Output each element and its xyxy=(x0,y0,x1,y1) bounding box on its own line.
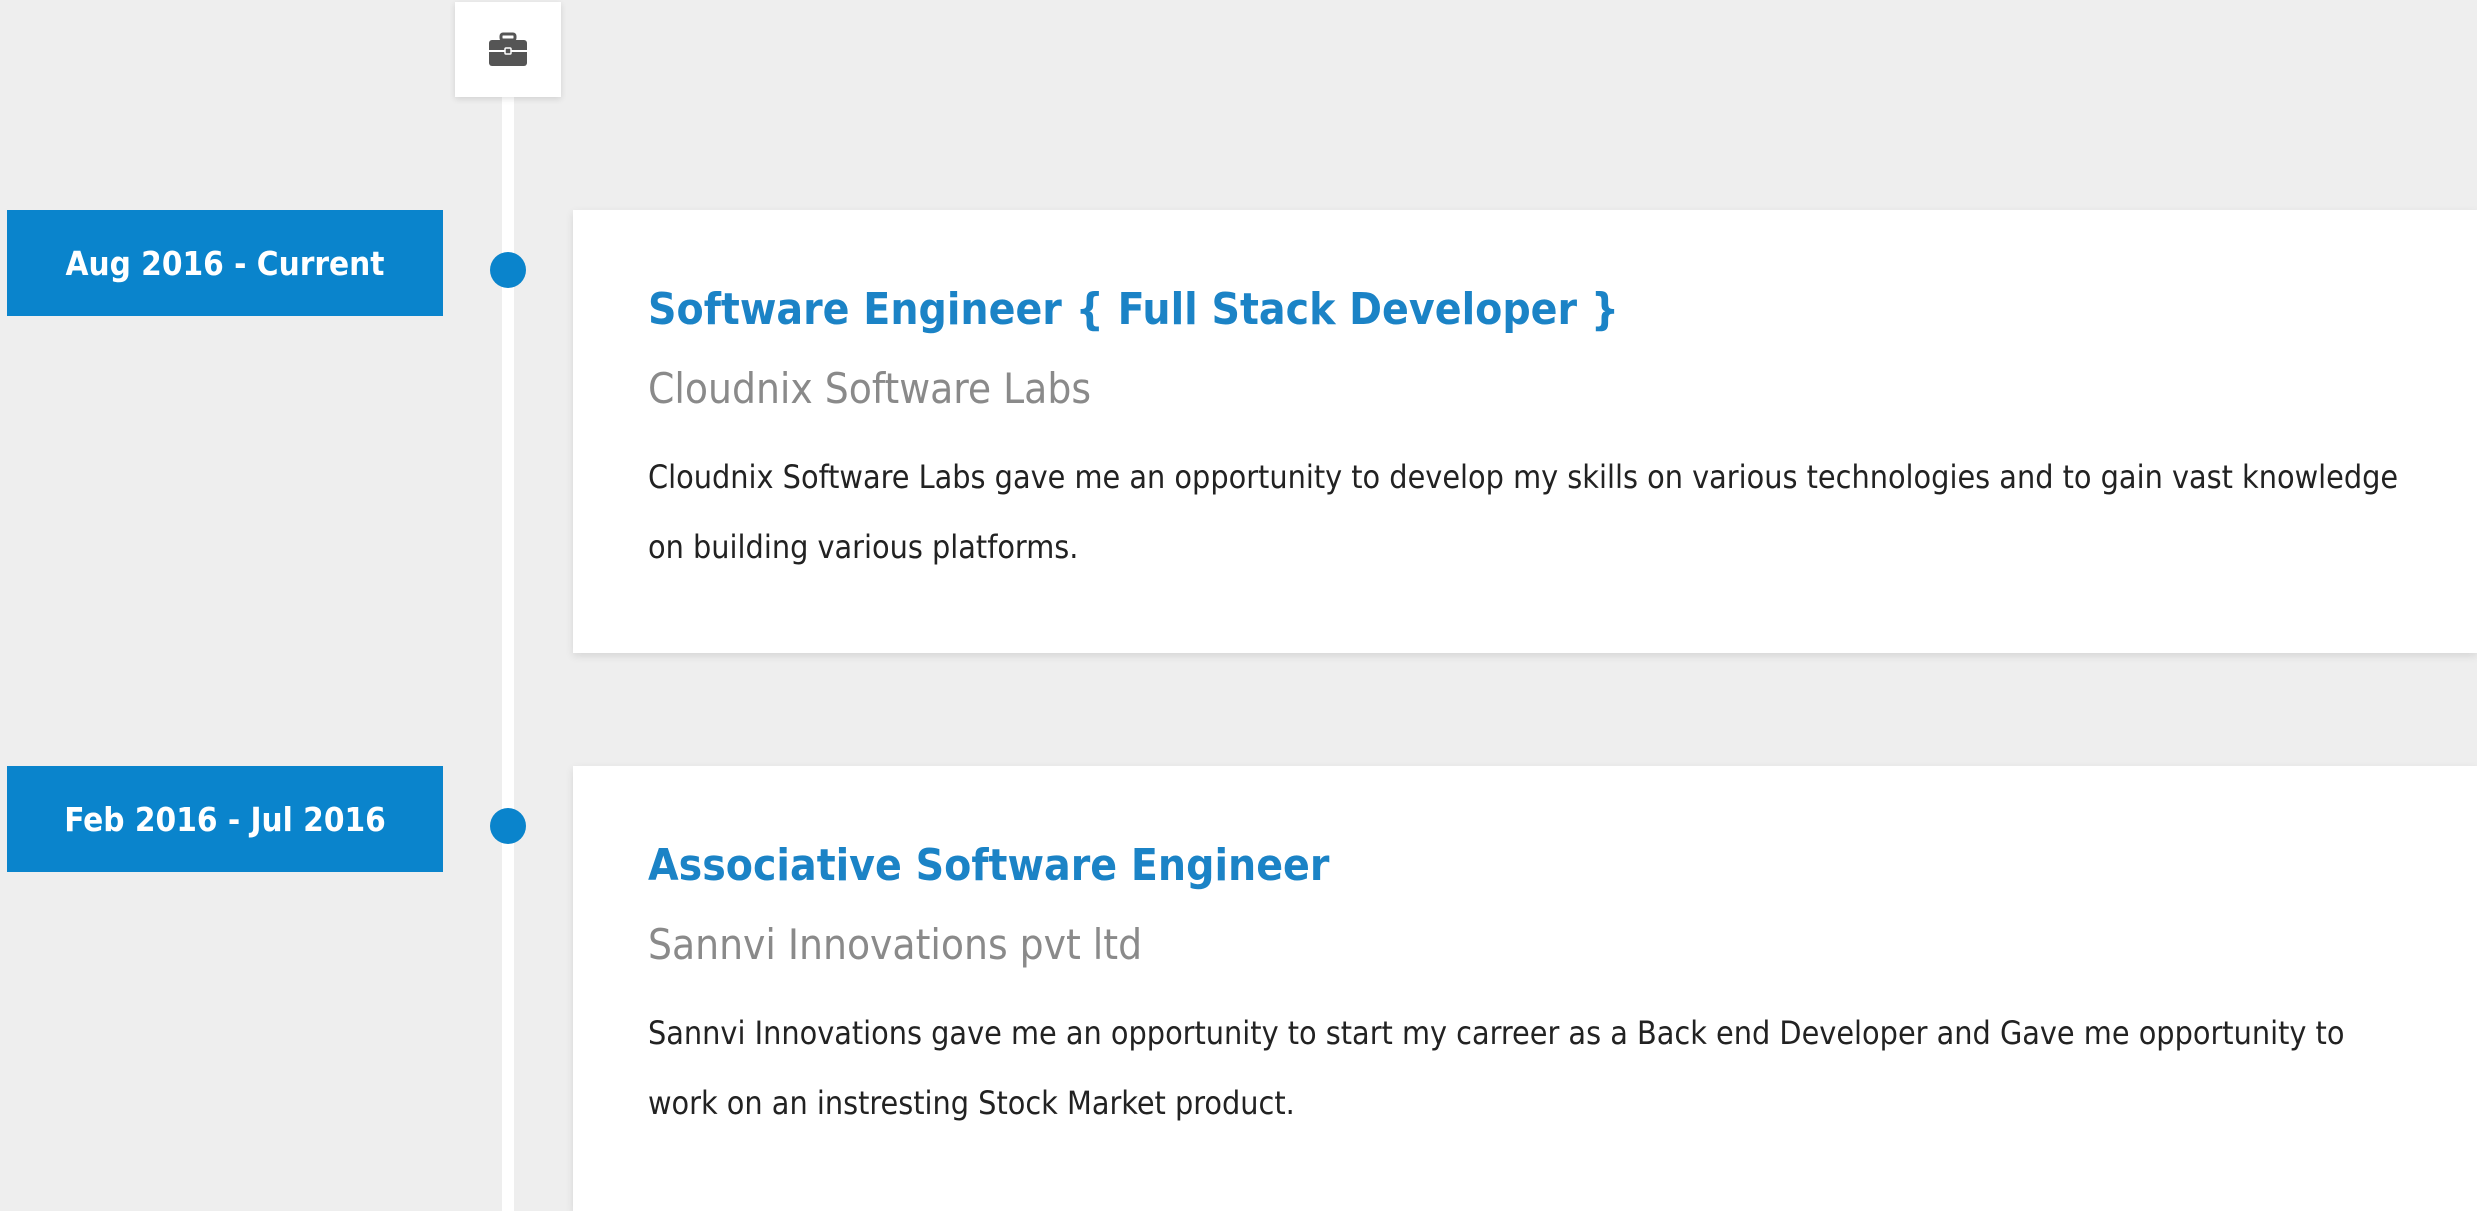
experience-card: Software Engineer { Full Stack Developer… xyxy=(573,210,2477,653)
company-name: Sannvi Innovations pvt ltd xyxy=(648,920,1143,969)
job-title: Associative Software Engineer xyxy=(648,840,1330,891)
experience-card: Associative Software Engineer Sannvi Inn… xyxy=(573,766,2477,1211)
date-badge: Feb 2016 - Jul 2016 xyxy=(7,766,443,872)
timeline-dot xyxy=(490,808,526,844)
timeline-icon-box xyxy=(455,2,561,97)
date-badge: Aug 2016 - Current xyxy=(7,210,443,316)
job-description: Sannvi Innovations gave me an opportunit… xyxy=(648,1014,2345,1122)
job-description: Cloudnix Software Labs gave me an opport… xyxy=(648,458,2399,566)
timeline-dot xyxy=(490,252,526,288)
briefcase-icon xyxy=(489,32,527,66)
job-title: Software Engineer { Full Stack Developer… xyxy=(648,284,1620,335)
company-name: Cloudnix Software Labs xyxy=(648,364,1092,413)
